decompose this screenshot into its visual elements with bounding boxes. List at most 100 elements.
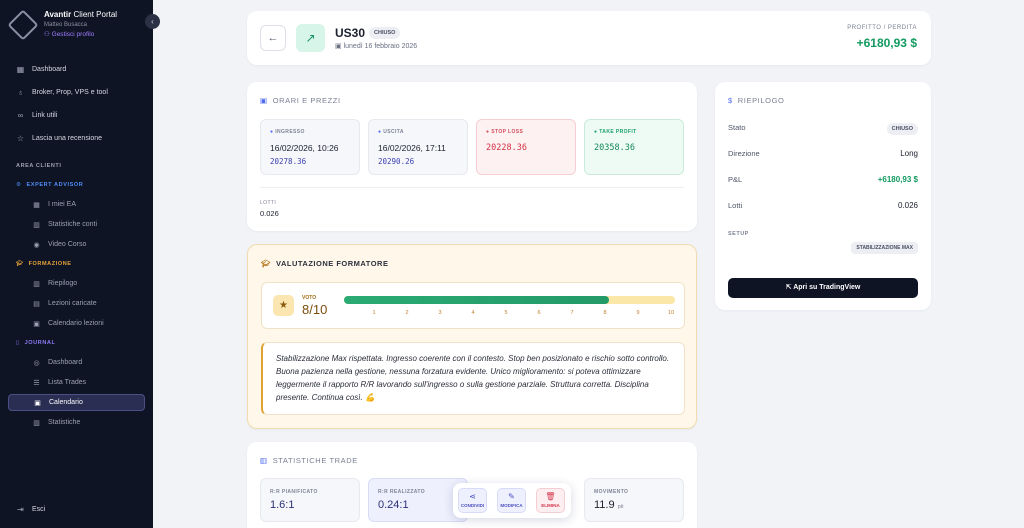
chart-icon: ▥ [33, 221, 40, 229]
summary-pl-label: P&L [728, 175, 743, 184]
take-profit-box: ● TAKE PROFIT 20358.36 [584, 119, 684, 175]
trade-actions-popup: ⋖ CONDIVIDI ✎ MODIFICA 🗑︎ ELIMINA [453, 483, 571, 518]
pencil-icon: ✎ [508, 492, 515, 501]
dollar-icon: $ [728, 96, 733, 105]
delete-button[interactable]: 🗑︎ ELIMINA [536, 488, 565, 513]
calendar-icon: ▣ [34, 399, 41, 407]
nav-broker-tools[interactable]: ♁ Broker, Prop, VPS e tool [8, 84, 145, 101]
grid-icon: ▦ [16, 65, 25, 74]
brand-suffix: Client Portal [73, 10, 118, 19]
summary-pl-value: +6180,93 $ [877, 175, 918, 184]
user-name: Matteo Busacca [44, 22, 88, 28]
nav-dashboard[interactable]: ▦ Dashboard [8, 61, 145, 78]
setup-label: SETUP [728, 231, 749, 237]
exit-box: ● USCITA 16/02/2026, 17:11 20290.26 [368, 119, 468, 175]
trash-icon: 🗑︎ [545, 492, 556, 501]
summary-card: $ RIEPILOGO Stato CHIUSO Direzione Long P… [715, 82, 931, 310]
nav-leave-review[interactable]: ☆ Lascia una recensione [8, 130, 145, 147]
trade-date: ▣ lunedì 16 febbraio 2026 [335, 43, 418, 50]
play-icon: ◉ [33, 241, 40, 249]
score-tick: 10 [667, 310, 675, 316]
score-tick: 7 [570, 310, 574, 316]
sidebar-item-trade-list[interactable]: ☰ Lista Trades [8, 374, 145, 391]
vote-value: 8/10 [302, 302, 328, 317]
lots-label: LOTTI [260, 200, 277, 206]
document-icon: ▤ [33, 300, 40, 308]
sidebar-item-uploaded-lessons[interactable]: ▤ Lezioni caricate [8, 295, 145, 312]
rr-realized-value: 0.24:1 [378, 499, 409, 511]
score-tick: 3 [438, 310, 442, 316]
brand-logo-icon [7, 9, 39, 41]
score-box: ★ VOTO 8/10 1 2 3 4 5 6 7 8 9 10 [261, 282, 685, 329]
group-journal: ▯ JOURNAL [16, 340, 56, 346]
graduation-cap-icon: 🎓︎ [16, 261, 24, 267]
entry-price: 20278.36 [270, 157, 307, 166]
trainer-comment: Stabilizzazione Max rispettata. Ingresso… [261, 342, 685, 415]
evaluation-title: 🎓︎ VALUTAZIONE FORMATORE [261, 259, 389, 268]
back-button[interactable]: ← [260, 25, 286, 51]
pl-value: +6180,93 $ [856, 36, 917, 50]
summary-lots-value: 0.026 [897, 201, 918, 210]
calendar-icon: ▣ [33, 320, 40, 328]
score-tick: 4 [471, 310, 475, 316]
sidebar-item-calendar[interactable]: ▣ Calendario [8, 394, 145, 411]
bar-chart-icon: ▥ [33, 419, 40, 427]
open-tradingview-button[interactable]: ⇱ Apri su TradingView [728, 278, 918, 298]
exit-price: 20290.26 [378, 157, 415, 166]
share-icon: ⋖ [469, 492, 476, 501]
group-expert-advisor: ⚙ EXPERT ADVISOR [16, 182, 84, 188]
manage-profile-link[interactable]: ⚇ Gestisci profilo [44, 30, 117, 40]
score-tick: 8 [603, 310, 607, 316]
brand: Avantir Client Portal Matteo Busacca ⚇ G… [7, 9, 118, 41]
share-button[interactable]: ⋖ CONDIVIDI [458, 488, 487, 513]
prices-title: ▣ ORARI E PREZZI [260, 96, 341, 105]
sidebar-item-statistics[interactable]: ▥ Statistiche [8, 414, 145, 431]
chart-icon: ▥ [33, 280, 40, 288]
score-tick: 2 [405, 310, 409, 316]
star-icon: ★ [273, 295, 294, 316]
sidebar-collapse-button[interactable]: ‹ [145, 14, 160, 29]
stop-loss-price: 20228.36 [486, 143, 527, 153]
book-icon: ▯ [16, 340, 20, 346]
grid-icon: ▦ [33, 201, 40, 209]
link-icon: ∞ [17, 111, 24, 120]
state-badge: CHIUSO [886, 123, 918, 135]
summary-title: $ RIEPILOGO [728, 96, 785, 105]
score-tick: 5 [504, 310, 508, 316]
exit-datetime: 16/02/2026, 17:11 [378, 143, 446, 153]
logout-icon: ⇥ [17, 505, 24, 514]
score-bar [344, 296, 675, 304]
score-tick: 6 [537, 310, 541, 316]
logout-button[interactable]: ⇥ Esci [8, 501, 145, 518]
stats-title: ▥ STATISTICHE TRADE [260, 456, 358, 465]
score-tick: 9 [636, 310, 640, 316]
brand-name: Avantir [44, 10, 72, 19]
edit-button[interactable]: ✎ MODIFICA [497, 488, 526, 513]
prices-card: ▣ ORARI E PREZZI ● INGRESSO 16/02/2026, 1… [247, 82, 697, 231]
dot-icon: ● [378, 129, 382, 135]
sidebar-item-journal-dashboard[interactable]: ◎ Dashboard [8, 354, 145, 371]
sidebar-item-account-stats[interactable]: ▥ Statistiche conti [8, 216, 145, 233]
external-link-icon: ⇱ [785, 284, 792, 291]
sidebar-item-lesson-calendar[interactable]: ▣ Calendario lezioni [8, 315, 145, 332]
rr-planned-value: 1.6:1 [270, 499, 295, 511]
status-badge: CHIUSO [369, 27, 401, 39]
score-bar-fill [344, 296, 609, 304]
rr-planned-box: R:R PIANIFICATO 1.6:1 [260, 478, 360, 522]
group-formazione: 🎓︎ FORMAZIONE [16, 261, 72, 267]
trade-symbol: US30 [335, 26, 366, 40]
list-icon: ☰ [33, 379, 40, 387]
sidebar-item-my-ea[interactable]: ▦ I miei EA [8, 196, 145, 213]
lots-value: 0.026 [260, 209, 279, 218]
chevron-left-icon: ‹ [151, 17, 154, 26]
score-tick: 1 [372, 310, 376, 316]
take-profit-price: 20358.36 [594, 143, 635, 153]
sidebar-item-video-course[interactable]: ◉ Video Corso [8, 236, 145, 253]
lightbulb-icon: ♁ [17, 88, 24, 97]
evaluation-card: 🎓︎ VALUTAZIONE FORMATORE ★ VOTO 8/10 1 2 3 4… [247, 244, 697, 429]
nav-useful-links[interactable]: ∞ Link utili [8, 107, 145, 124]
area-clients-label: AREA CLIENTI [16, 163, 62, 169]
trade-header: ← ↗ US30 CHIUSO ▣ lunedì 16 febbraio 202… [247, 11, 931, 65]
sidebar-item-summary[interactable]: ▥ Riepilogo [8, 275, 145, 292]
dot-icon: ● [486, 129, 490, 135]
